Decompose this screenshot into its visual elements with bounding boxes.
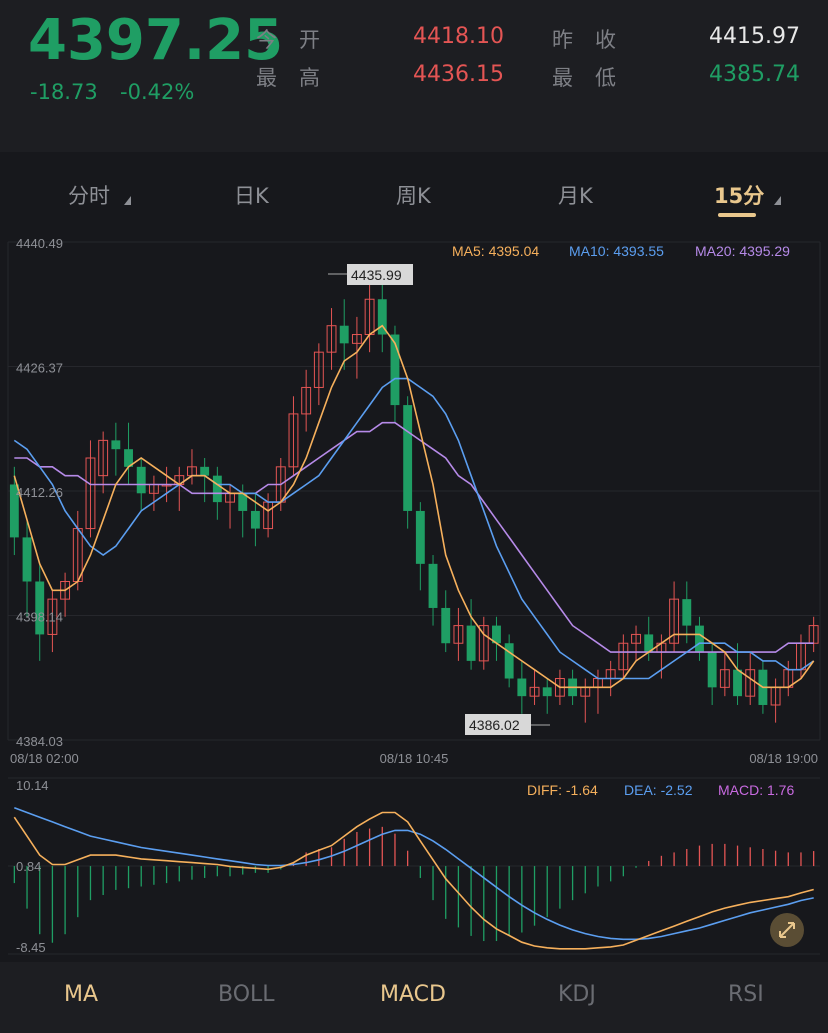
macd-axis-tick-label: 0.84: [16, 859, 41, 874]
macd-legend: MACD: 1.76: [718, 782, 794, 798]
low-value: 4385.74: [709, 62, 800, 87]
indicator-tabs: MA BOLL MACD KDJ RSI: [0, 962, 828, 1033]
open-label: 今开: [256, 28, 342, 52]
high-value: 4436.15: [413, 62, 504, 87]
tab-monthly[interactable]: 月K: [558, 180, 593, 210]
tab-boll[interactable]: BOLL: [218, 982, 275, 1007]
high-marker-label: 4435.99: [351, 267, 402, 283]
tab-ma[interactable]: MA: [64, 982, 98, 1007]
diff-legend: DIFF: -1.64: [527, 782, 598, 798]
ma10-legend: MA10: 4393.55: [569, 243, 664, 259]
price-change-percent: -0.42%: [120, 80, 195, 104]
price-axis-tick-label: 4412.26: [16, 485, 63, 500]
low-marker-label: 4386.02: [469, 717, 520, 733]
tab-macd[interactable]: MACD: [380, 982, 446, 1007]
ma10-line: [13, 377, 815, 680]
candle-body: [682, 599, 692, 626]
candle-body: [250, 510, 260, 529]
candle-body: [542, 687, 552, 697]
tab-intraday[interactable]: 分时: [68, 180, 110, 210]
candle-body: [415, 510, 425, 564]
candle-body: [733, 669, 742, 697]
ma20-legend: MA20: 4395.29: [695, 243, 790, 259]
last-price: 4397.25: [28, 8, 284, 73]
tab-kdj[interactable]: KDJ: [558, 982, 596, 1007]
macd-panel: [13, 806, 815, 950]
prev-close-label: 昨收: [552, 28, 638, 52]
candle-body: [111, 440, 121, 450]
chart-area[interactable]: 4440.49 4426.37 4412.26 4398.14 4384.03 08/18…: [0, 232, 828, 962]
price-change: -18.73: [30, 80, 98, 104]
time-axis-tick-label: 08/18 02:00: [10, 751, 79, 766]
open-value: 4418.10: [413, 24, 504, 49]
price-axis-tick-label: 4426.37: [16, 361, 63, 376]
tab-rsi[interactable]: RSI: [728, 982, 764, 1007]
price-axis-tick-label: 4384.03: [16, 734, 63, 749]
grid-lines: [7, 241, 821, 955]
candle-body: [339, 325, 349, 344]
time-axis-tick-label: 08/18 19:00: [749, 751, 818, 766]
tab-daily[interactable]: 日K: [234, 180, 269, 210]
candle-body: [200, 466, 210, 476]
candle-body: [466, 625, 476, 661]
candle-body: [695, 625, 704, 653]
ma20-line: [14, 421, 814, 653]
macd-axis-tick-label: 10.14: [16, 778, 49, 793]
candle-body: [136, 466, 146, 494]
ma5-line: [13, 324, 815, 689]
active-tab-indicator: [718, 213, 756, 217]
tab-15min[interactable]: 15分: [714, 180, 764, 210]
moving-average-lines: [13, 324, 815, 689]
dea-legend: DEA: -2.52: [624, 782, 693, 798]
macd-axis-tick-label: -8.45: [16, 940, 46, 955]
candle-body: [22, 537, 32, 582]
price-axis-tick-label: 4398.14: [16, 610, 63, 625]
axis-ticks: 4440.49 4426.37 4412.26 4398.14 4384.03 08/18…: [10, 236, 818, 955]
minute-dropdown-icon[interactable]: [774, 196, 781, 205]
candle-body: [428, 563, 438, 608]
price-axis-tick-label: 4440.49: [16, 236, 63, 251]
ma5-legend: MA5: 4395.04: [452, 243, 539, 259]
expand-icon[interactable]: [770, 913, 804, 947]
intraday-dropdown-icon[interactable]: [124, 196, 131, 205]
period-tabs: 分时 日K 周K 月K 15分: [0, 152, 828, 230]
time-axis-tick-label: 08/18 10:45: [380, 751, 449, 766]
candle-body: [504, 643, 514, 679]
low-label: 最低: [552, 66, 638, 90]
candle-body: [441, 607, 451, 644]
candlesticks: [9, 281, 819, 723]
high-label: 最高: [256, 66, 342, 90]
prev-close-value: 4415.97: [709, 24, 800, 49]
candle-body: [403, 405, 413, 511]
tab-weekly[interactable]: 周K: [396, 180, 431, 210]
quote-header: 4397.25 -18.73 -0.42% 今开 4418.10 昨收 4415…: [0, 0, 828, 152]
candle-body: [517, 678, 527, 697]
candle-body: [212, 475, 222, 503]
candle-body: [35, 581, 45, 635]
candle-body: [707, 652, 717, 688]
